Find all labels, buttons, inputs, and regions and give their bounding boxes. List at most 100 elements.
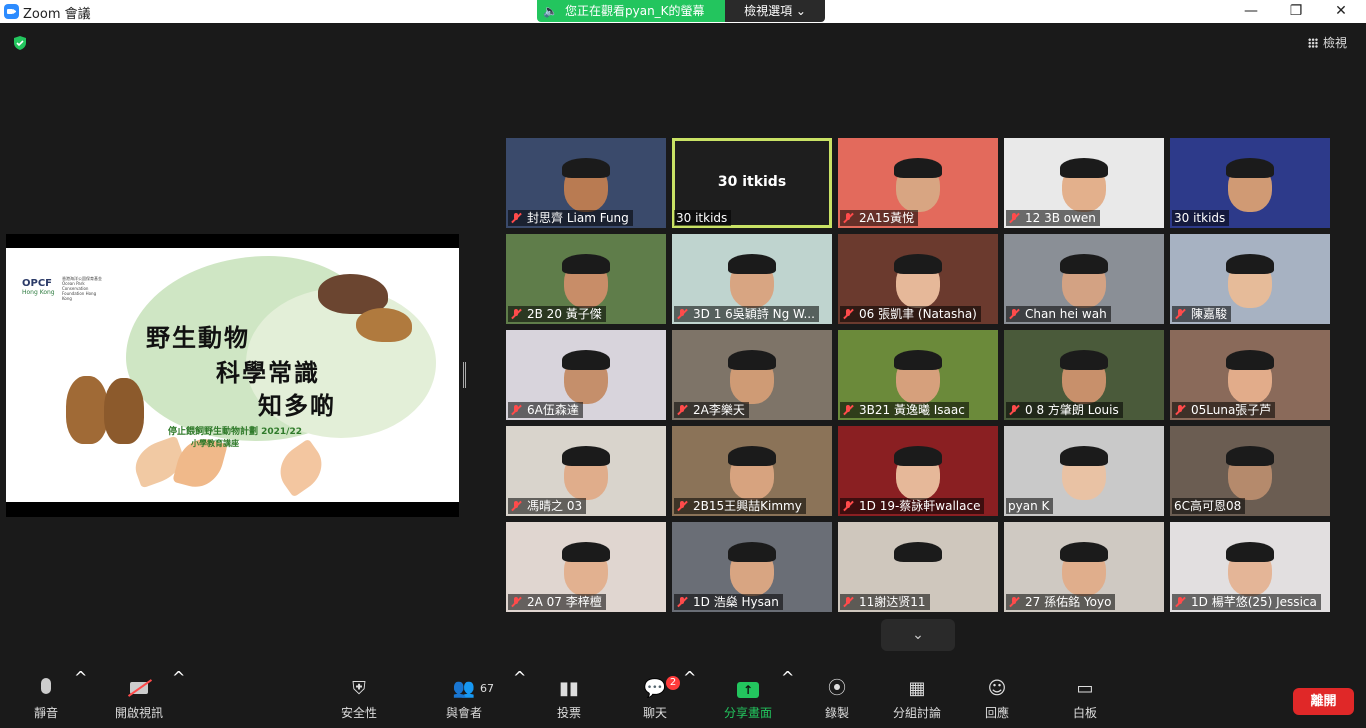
participant-hair — [894, 350, 942, 370]
polls-button[interactable]: ▮▮ 投票 — [552, 668, 586, 728]
mic-muted-icon — [676, 308, 688, 320]
shield-icon: ⛨ — [352, 678, 366, 699]
mic-muted-icon — [1008, 404, 1020, 416]
participant-tile[interactable]: 30 itkids 30 itkids — [672, 138, 832, 228]
participant-nameplate: 1D 浩燊 Hysan — [674, 594, 783, 610]
participant-tile[interactable]: 30 itkids — [1170, 138, 1330, 228]
participants-options-caret[interactable]: ^ — [513, 668, 526, 728]
audio-options-caret[interactable]: ^ — [74, 668, 87, 728]
participant-name: 30 itkids — [676, 211, 728, 225]
window-title: Zoom 會議 — [23, 7, 91, 22]
participant-hair — [1060, 350, 1108, 370]
participant-tile[interactable]: 2A 07 李梓檀 — [506, 522, 666, 612]
participant-tile[interactable]: 封思齊 Liam Fung — [506, 138, 666, 228]
chevron-down-icon: ⌄ — [912, 627, 924, 643]
participant-tile[interactable]: 1D 19-蔡詠軒wallace — [838, 426, 998, 516]
poll-icon: ▮▮ — [559, 678, 579, 699]
mic-muted-icon — [1174, 308, 1186, 320]
slide-logo-org: 香港海洋公園保育基金 Ocean Park Conservation Found… — [62, 276, 102, 301]
view-label: 檢視 — [1323, 36, 1348, 50]
participant-name: 封思齊 Liam Fung — [527, 211, 629, 225]
breakout-rooms-button[interactable]: ▦ 分組討論 — [888, 668, 946, 728]
participant-tile[interactable]: 6C高可恩08 — [1170, 426, 1330, 516]
participant-tile[interactable]: 11謝达贤11 — [838, 522, 998, 612]
participant-tile[interactable]: 2A15黃悅 — [838, 138, 998, 228]
mic-muted-icon — [1008, 308, 1020, 320]
close-button[interactable]: ✕ — [1318, 0, 1364, 23]
participant-nameplate: 11謝达贤11 — [840, 594, 930, 610]
participant-hair — [894, 158, 942, 178]
participant-tile[interactable]: 05Luna張子芦 — [1170, 330, 1330, 420]
participant-tile[interactable]: Chan hei wah — [1004, 234, 1164, 324]
participant-tile[interactable]: 馮晴之 03 — [506, 426, 666, 516]
participant-hair — [728, 254, 776, 274]
participant-nameplate: 27 孫佑銘 Yoyo — [1006, 594, 1116, 610]
participant-tile[interactable]: 2B15王興喆Kimmy — [672, 426, 832, 516]
participant-tile[interactable]: 06 張凱聿 (Natasha) — [838, 234, 998, 324]
chat-button[interactable]: 💬 聊天 2 — [638, 668, 680, 728]
participant-nameplate: 30 itkids — [1172, 210, 1230, 226]
participant-tile[interactable]: pyan K — [1004, 426, 1164, 516]
participant-name: 馮晴之 03 — [527, 499, 583, 513]
mic-muted-icon — [676, 500, 688, 512]
participant-tile[interactable]: 2A李樂天 — [672, 330, 832, 420]
participant-hair — [1226, 446, 1274, 466]
start-video-button[interactable]: 開啟視訊 — [110, 668, 168, 728]
mic-muted-icon — [842, 596, 854, 608]
participant-tile[interactable]: 0 8 方肇朗 Louis — [1004, 330, 1164, 420]
shield-check-icon[interactable] — [12, 35, 28, 51]
mic-muted-icon — [676, 404, 688, 416]
minimize-button[interactable]: — — [1228, 0, 1274, 23]
participant-tile[interactable]: 3D 1 6吳穎詩 Ng W... — [672, 234, 832, 324]
participant-name: 0 8 方肇朗 Louis — [1025, 403, 1119, 417]
security-button[interactable]: ⛨ 安全性 — [336, 668, 382, 728]
participant-name: 2A15黃悅 — [859, 211, 915, 225]
reactions-button[interactable]: ☺ 回應 — [980, 668, 1014, 728]
participant-nameplate: 6A伍森達 — [508, 402, 583, 418]
participant-tile[interactable]: 2B 20 黃子傑 — [506, 234, 666, 324]
slide-title-line3: 知多啲 — [258, 392, 336, 420]
shared-screen[interactable]: OPCF Hong Kong 香港海洋公園保育基金 Ocean Park Cons… — [6, 234, 459, 517]
participant-tile[interactable]: 6A伍森達 — [506, 330, 666, 420]
participant-tile[interactable]: 12 3B owen — [1004, 138, 1164, 228]
participant-tile[interactable]: 1D 浩燊 Hysan — [672, 522, 832, 612]
mic-muted-icon — [510, 308, 522, 320]
whiteboard-button[interactable]: ▭ 白板 — [1068, 668, 1102, 728]
participant-name: 3B21 黃逸曦 Isaac — [859, 403, 965, 417]
participant-hair — [728, 542, 776, 562]
video-options-caret[interactable]: ^ — [172, 668, 185, 728]
view-layout-button[interactable]: 檢視 — [1308, 34, 1347, 51]
participant-tile[interactable]: 陳嘉駿 — [1170, 234, 1330, 324]
mute-button[interactable]: 靜音 — [26, 668, 66, 728]
participant-tile[interactable]: 3B21 黃逸曦 Isaac — [838, 330, 998, 420]
participant-name: 6A伍森達 — [527, 403, 579, 417]
monkey-illustration — [66, 376, 108, 444]
participant-name: 6C高可恩08 — [1174, 499, 1242, 513]
chat-options-caret[interactable]: ^ — [683, 668, 696, 728]
breakout-icon: ▦ — [908, 678, 926, 699]
slide-logo: OPCF Hong Kong — [22, 278, 55, 296]
view-options-button[interactable]: 檢視選項 ⌄ — [725, 0, 825, 22]
participant-tile[interactable]: 1D 楊芊悠(25) Jessica — [1170, 522, 1330, 612]
record-button[interactable]: ⦿ 錄製 — [820, 668, 854, 728]
next-page-button[interactable]: ⌄ — [881, 619, 955, 651]
panel-splitter-handle[interactable] — [463, 362, 466, 388]
whiteboard-icon: ▭ — [1076, 678, 1094, 699]
participants-button[interactable]: 👥 與會者 — [440, 668, 488, 728]
share-screen-button[interactable]: ↑ 分享畫面 — [720, 668, 776, 728]
participant-nameplate: 馮晴之 03 — [508, 498, 587, 514]
leave-button[interactable]: 離開 — [1293, 688, 1354, 715]
presentation-slide: OPCF Hong Kong 香港海洋公園保育基金 Ocean Park Cons… — [6, 248, 459, 502]
participant-tile[interactable]: 27 孫佑銘 Yoyo — [1004, 522, 1164, 612]
participant-hair — [1226, 542, 1274, 562]
participant-nameplate: 2A15黃悅 — [840, 210, 919, 226]
mic-icon — [26, 678, 66, 700]
zoom-logo-icon — [4, 4, 19, 19]
maximize-button[interactable]: ❐ — [1273, 0, 1319, 23]
share-options-caret[interactable]: ^ — [781, 668, 794, 728]
participant-nameplate: 2B15王興喆Kimmy — [674, 498, 806, 514]
mic-muted-icon — [1008, 212, 1020, 224]
mic-muted-icon — [1174, 596, 1186, 608]
share-status-text: 您正在觀看pyan_K的螢幕 — [565, 4, 705, 18]
participant-name: 06 張凱聿 (Natasha) — [859, 307, 977, 321]
